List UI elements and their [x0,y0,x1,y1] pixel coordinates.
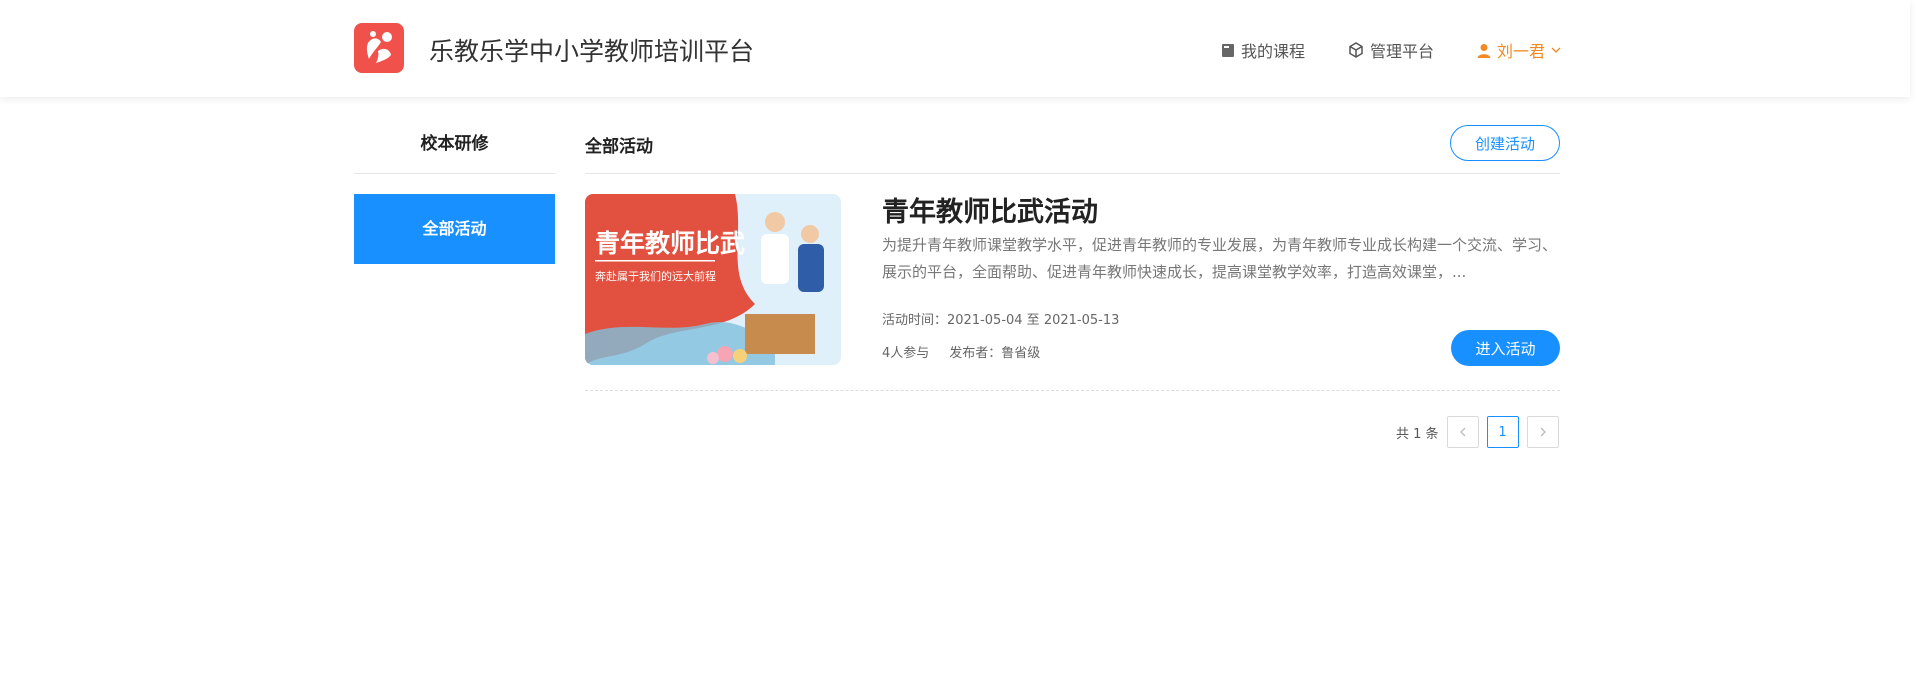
top-header: 乐教乐学中小学教师培训平台 我的课程 管理平台 刘一君 [0,0,1910,97]
logo-icon[interactable] [354,23,404,73]
cube-icon [1348,42,1364,58]
activity-title[interactable]: 青年教师比武活动 [882,190,1098,229]
user-name: 刘一君 [1497,42,1546,61]
activity-cover-image[interactable]: 青年教师比武 奔赴属于我们的远大前程 [585,194,841,365]
activity-time: 活动时间：2021-05-04 至 2021-05-13 [882,313,1120,328]
next-page-button[interactable] [1526,416,1559,448]
nav-my-courses[interactable]: 我的课程 [1221,38,1305,62]
create-activity-button[interactable]: 创建活动 [1450,125,1560,161]
sidebar-item-all-activities[interactable]: 全部活动 [354,194,555,264]
chevron-right-icon [1540,427,1546,437]
participant-count: 4人参与 [882,346,930,361]
chevron-down-icon [1551,46,1561,54]
card-divider [585,390,1560,391]
user-menu[interactable]: 刘一君 [1477,38,1561,62]
enter-activity-button[interactable]: 进入活动 [1451,330,1560,366]
nav-admin-label: 管理平台 [1370,42,1435,61]
site-title: 乐教乐学中小学教师培训平台 [429,37,755,66]
cover-title-text: 青年教师比武 [595,229,746,258]
activity-description: 为提升青年教师课堂教学水平，促进青年教师的专业发展，为青年教师专业成长构建一个交… [882,236,1558,281]
publisher: 发布者：鲁省级 [949,346,1041,361]
cover-subtitle-text: 奔赴属于我们的远大前程 [595,270,716,283]
pagination-total: 共 1 条 [1396,426,1439,442]
sidebar-title: 校本研修 [354,120,555,174]
chevron-left-icon [1459,427,1466,437]
activity-meta: 4人参与 发布者：鲁省级 [882,342,1040,361]
page-number-button[interactable]: 1 [1486,416,1519,448]
pagination: 共 1 条 1 [1396,416,1559,448]
section-divider [585,173,1560,174]
user-icon [1477,43,1491,58]
tab-all-activities[interactable]: 全部活动 [585,132,653,157]
nav-my-courses-label: 我的课程 [1241,42,1306,61]
prev-page-button[interactable] [1446,416,1479,448]
book-icon [1221,43,1235,58]
nav-admin-platform[interactable]: 管理平台 [1348,38,1434,62]
